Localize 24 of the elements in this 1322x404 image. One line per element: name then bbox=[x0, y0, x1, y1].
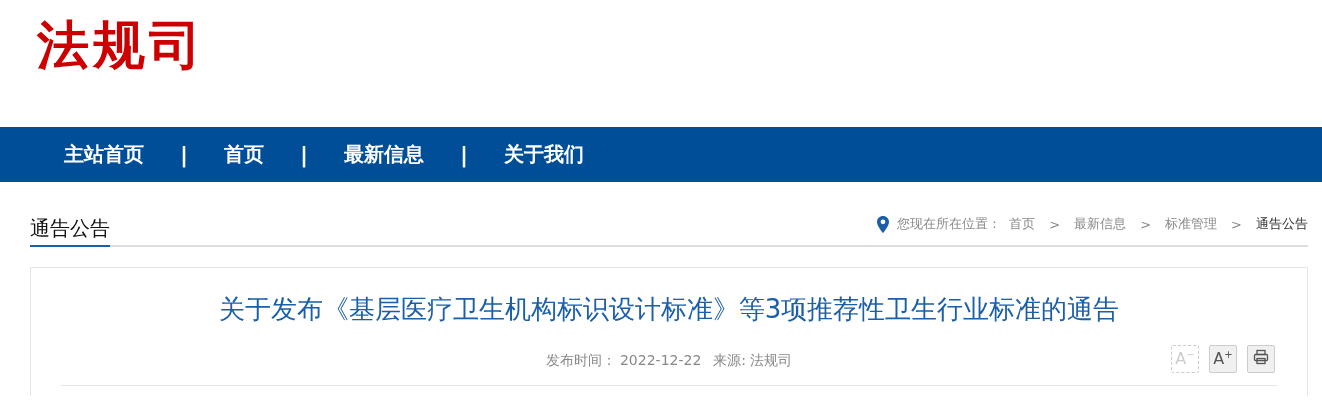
breadcrumb-link[interactable]: 标准管理 bbox=[1165, 215, 1218, 233]
breadcrumb-separator: > bbox=[1049, 216, 1061, 232]
section-title: 通告公告 bbox=[30, 215, 110, 247]
article-title: 关于发布《基层医疗卫生机构标识设计标准》等3项推荐性卫生行业标准的通告 bbox=[217, 293, 1121, 326]
nav-separator: | bbox=[460, 142, 469, 167]
nav-link[interactable]: 关于我们 bbox=[504, 141, 585, 168]
breadcrumb-link[interactable]: 首页 bbox=[1009, 215, 1036, 233]
increase-font-button[interactable]: A$^{+}$ bbox=[1209, 345, 1237, 373]
nav-separator: | bbox=[180, 142, 189, 167]
breadcrumb-link[interactable]: 通告公告 bbox=[1256, 215, 1308, 233]
breadcrumb-prefix: 您现在所在位置： bbox=[897, 215, 1002, 233]
location-pin-icon bbox=[877, 215, 890, 233]
breadcrumb-link[interactable]: 最新信息 bbox=[1074, 215, 1127, 233]
breadcrumb-separator: > bbox=[1140, 216, 1152, 232]
publish-date: 发布时间： 2022-12-22 bbox=[545, 352, 702, 370]
site-logo[interactable]: 法规司 bbox=[37, 12, 205, 78]
printer-icon bbox=[1253, 349, 1269, 365]
breadcrumb-separator: > bbox=[1231, 216, 1242, 232]
article-source: 来源: 法规司 bbox=[713, 352, 793, 370]
print-button[interactable] bbox=[1247, 345, 1275, 373]
nav-separator: | bbox=[300, 142, 309, 167]
nav-link[interactable]: 首页 bbox=[224, 141, 265, 168]
nav-link[interactable]: 最新信息 bbox=[344, 141, 425, 168]
nav-link[interactable]: 主站首页 bbox=[64, 141, 144, 168]
